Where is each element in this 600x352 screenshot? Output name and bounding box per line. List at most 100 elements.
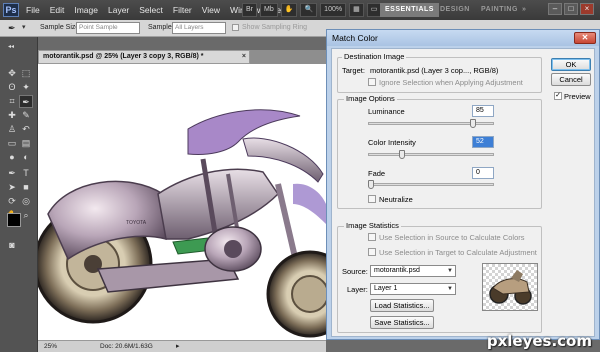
dialog-close-button[interactable]: ✕	[574, 32, 596, 44]
source-preview-image	[489, 270, 532, 305]
sample-select[interactable]: All Layers	[172, 22, 226, 34]
gradient-tool-icon[interactable]: ▤	[19, 137, 33, 150]
document-canvas[interactable]: TOYOTA	[38, 64, 326, 340]
dodge-tool-icon[interactable]: ◐	[19, 151, 33, 164]
healing-brush-icon[interactable]: ✚	[5, 109, 19, 122]
ok-button[interactable]: OK	[551, 58, 591, 71]
menu-layer[interactable]: Layer	[108, 5, 129, 15]
arrange-documents-icon[interactable]: ▦	[349, 3, 364, 17]
history-brush-icon[interactable]: ↶	[19, 123, 33, 136]
luminance-input[interactable]: 85	[472, 105, 494, 117]
status-doc-size: Doc: 20.6M/1.63G	[100, 343, 153, 350]
workspace-design[interactable]: DESIGN	[440, 3, 470, 17]
quick-mask-icon[interactable]: ◙	[5, 239, 19, 252]
document-tab[interactable]: motorantik.psd @ 25% (Layer 3 copy 3, RG…	[38, 50, 250, 64]
preview-label: Preview	[564, 92, 591, 101]
crop-tool-icon[interactable]: ⌗	[5, 95, 19, 108]
lasso-tool-icon[interactable]: ʘ	[5, 81, 19, 94]
menu-file[interactable]: File	[26, 5, 40, 15]
layer-dropdown[interactable]: Layer 1 ▼	[370, 283, 456, 295]
use-target-selection-label: Use Selection in Target to Calculate Adj…	[379, 248, 537, 257]
workspace-painting[interactable]: PAINTING	[481, 3, 518, 17]
close-app-button[interactable]: ×	[580, 3, 594, 15]
zoom-tool-icon-2[interactable]: ⌕	[19, 209, 33, 222]
zoom-tool-icon[interactable]: 🔍	[300, 3, 318, 17]
menu-edit[interactable]: Edit	[50, 5, 65, 15]
toolbox-collapse-icon[interactable]: ◂◂	[4, 41, 18, 54]
use-target-selection-checkbox[interactable]	[368, 248, 376, 256]
fade-slider-thumb[interactable]	[368, 180, 374, 189]
use-source-selection-checkbox[interactable]	[368, 233, 376, 241]
preview-checkbox[interactable]: ✓	[554, 92, 562, 100]
color-intensity-input[interactable]: 52	[472, 136, 494, 148]
eraser-tool-icon[interactable]: ▭	[5, 137, 19, 150]
neutralize-label: Neutralize	[379, 195, 413, 204]
application-bar: Ps File Edit Image Layer Select Filter V…	[0, 0, 600, 20]
ignore-selection-checkbox[interactable]	[368, 78, 376, 86]
target-label: Target:	[342, 66, 365, 75]
foreground-color-swatch[interactable]	[7, 213, 21, 227]
eyedropper-icon[interactable]: ✒	[8, 23, 16, 34]
hand-tool-icon[interactable]: ✋	[280, 3, 298, 17]
toolbox: ◂◂ ✥ ⬚ ʘ ✦ ⌗ ✒ ✚ ✎ ♙ ↶ ▭ ▤ ● ◐ ✒ T ➤ ■ ⟳…	[0, 37, 38, 352]
status-menu-arrow-icon[interactable]: ▸	[176, 342, 180, 350]
use-source-selection-label: Use Selection in Source to Calculate Col…	[379, 233, 525, 242]
workspace-essentials[interactable]: ESSENTIALS	[380, 3, 439, 17]
type-tool-icon[interactable]: T	[19, 167, 33, 180]
marquee-tool-icon[interactable]: ⬚	[19, 67, 33, 80]
3d-rotate-icon[interactable]: ⟳	[5, 195, 19, 208]
move-tool-icon[interactable]: ✥	[5, 67, 19, 80]
menu-filter[interactable]: Filter	[173, 5, 192, 15]
match-color-dialog: Match Color ✕ Destination Image Target: …	[326, 29, 600, 340]
3d-orbit-icon[interactable]: ◎	[19, 195, 33, 208]
source-dropdown[interactable]: motorantik.psd ▼	[370, 265, 456, 277]
app-bar-tools: Br Mb ✋ 🔍 100% ▦ ▭	[242, 3, 382, 17]
document-tab-title: motorantik.psd @ 25% (Layer 3 copy 3, RG…	[43, 53, 204, 60]
dialog-titlebar[interactable]: Match Color ✕	[327, 30, 599, 46]
menu-select[interactable]: Select	[139, 5, 163, 15]
zoom-level-select[interactable]: 100%	[320, 3, 347, 17]
image-options-legend: Image Options	[344, 94, 397, 103]
source-label: Source:	[342, 267, 368, 276]
status-zoom[interactable]: 25%	[44, 343, 57, 350]
clone-stamp-icon[interactable]: ♙	[5, 123, 19, 136]
workspace-more[interactable]: »	[522, 3, 526, 17]
close-tab-icon[interactable]: ×	[242, 51, 246, 63]
minimize-button[interactable]: –	[548, 3, 562, 15]
load-statistics-button[interactable]: Load Statistics...	[370, 299, 434, 312]
neutralize-checkbox[interactable]	[368, 195, 376, 203]
maximize-button[interactable]: □	[564, 3, 578, 15]
tool-preset-arrow-icon[interactable]: ▾	[22, 23, 26, 31]
blur-tool-icon[interactable]: ●	[5, 151, 19, 164]
destination-image-group	[337, 57, 542, 93]
ignore-selection-label: Ignore Selection when Applying Adjustmen…	[379, 78, 523, 87]
status-bar: 25% Doc: 20.6M/1.63G ▸	[38, 340, 326, 352]
sample-size-select[interactable]: Point Sample	[76, 22, 140, 34]
fade-label: Fade	[368, 169, 386, 178]
show-ring-checkbox[interactable]	[232, 24, 239, 31]
luminance-label: Luminance	[368, 107, 405, 116]
eyedropper-tool-icon[interactable]: ✒	[19, 95, 33, 108]
fade-slider-track[interactable]	[368, 183, 494, 186]
chevron-down-icon: ▼	[447, 268, 453, 274]
dialog-title: Match Color	[332, 33, 378, 43]
magic-wand-icon[interactable]: ✦	[19, 81, 33, 94]
color-intensity-slider-track[interactable]	[368, 153, 494, 156]
save-statistics-button[interactable]: Save Statistics...	[370, 316, 434, 329]
menu-image[interactable]: Image	[74, 5, 98, 15]
photoshop-logo: Ps	[3, 3, 19, 17]
pen-tool-icon[interactable]: ✒	[5, 167, 19, 180]
show-ring-label: Show Sampling Ring	[242, 24, 307, 31]
path-selection-icon[interactable]: ➤	[5, 181, 19, 194]
target-value: motorantik.psd (Layer 3 cop..., RGB/8)	[370, 66, 499, 75]
fender-brand-text: TOYOTA	[126, 220, 147, 226]
cancel-button[interactable]: Cancel	[551, 73, 591, 86]
color-intensity-slider-thumb[interactable]	[399, 150, 406, 159]
brush-tool-icon[interactable]: ✎	[19, 109, 33, 122]
minibridge-button[interactable]: Mb	[260, 3, 278, 17]
bridge-button[interactable]: Br	[242, 3, 257, 17]
shape-tool-icon[interactable]: ■	[19, 181, 33, 194]
luminance-slider-thumb[interactable]	[470, 119, 476, 128]
fade-input[interactable]: 0	[472, 167, 494, 179]
menu-view[interactable]: View	[202, 5, 220, 15]
